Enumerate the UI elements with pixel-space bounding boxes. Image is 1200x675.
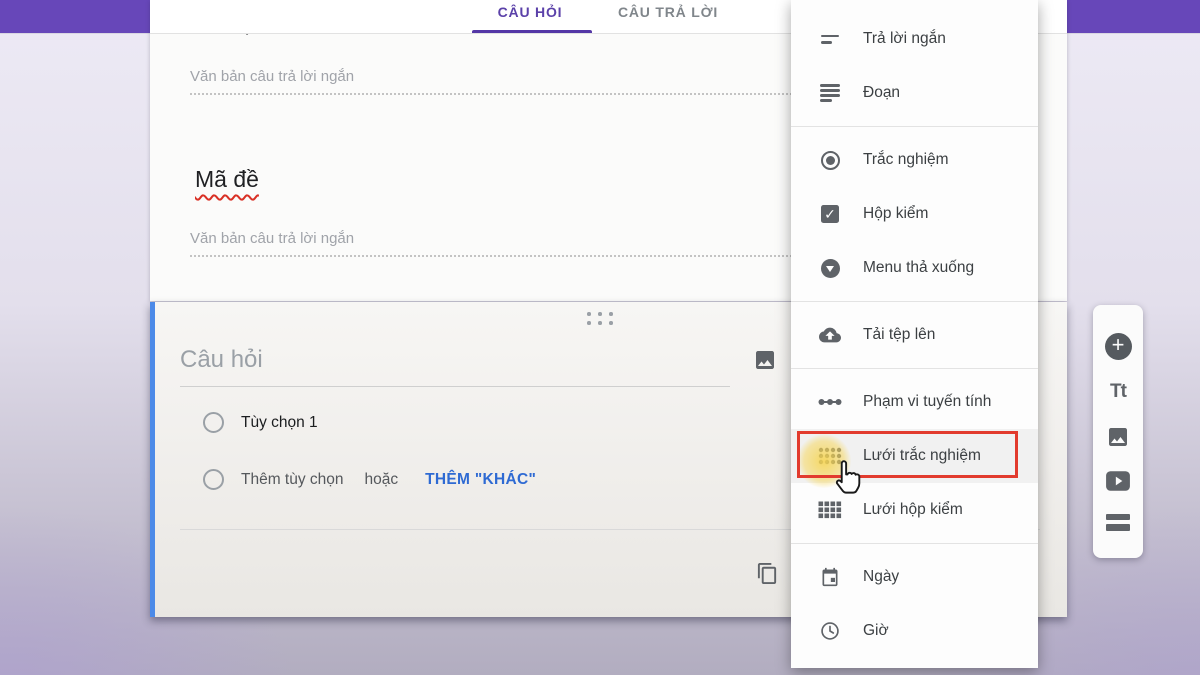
image-icon (1106, 425, 1130, 449)
tab-responses[interactable]: CÂU TRẢ LỜI (598, 4, 738, 20)
option-1-label[interactable]: Tùy chọn 1 (241, 414, 318, 432)
linear-scale-icon (817, 396, 843, 408)
add-image-to-question-button[interactable] (753, 348, 777, 377)
add-option-label[interactable]: Thêm tùy chọn (241, 471, 344, 489)
google-forms-editor: Lớp CÂU HỎI CÂU TRẢ LỜI Văn bản câu trả … (0, 0, 1200, 675)
multiple-choice-grid-icon (817, 447, 843, 465)
section-bars-icon (1106, 514, 1130, 531)
short-answer-field-1[interactable]: Văn bản câu trả lời ngắn (190, 68, 820, 95)
calendar-icon (817, 567, 843, 587)
cloud-upload-icon (817, 324, 843, 346)
menu-item-checkbox-grid[interactable]: Lưới hộp kiểm (791, 483, 1038, 537)
menu-item-linear-scale[interactable]: Phạm vi tuyến tính (791, 375, 1038, 429)
short-answer-field-2[interactable]: Văn bản câu trả lời ngắn (190, 230, 820, 257)
plus-circle-icon: + (1105, 333, 1132, 360)
menu-item-dropdown[interactable]: Menu thả xuống (791, 241, 1038, 295)
menu-divider (791, 368, 1038, 369)
menu-item-multiple-choice[interactable]: Trắc nghiệm (791, 133, 1038, 187)
add-video-button[interactable] (1105, 470, 1131, 492)
video-play-icon (1105, 470, 1131, 492)
menu-item-checkboxes[interactable]: ✓ Hộp kiểm (791, 187, 1038, 241)
menu-divider (791, 301, 1038, 302)
tab-questions[interactable]: CÂU HỎI (480, 4, 580, 20)
clock-icon (817, 621, 843, 641)
menu-item-time[interactable]: Giờ (791, 604, 1038, 658)
text-title-icon: Tt (1110, 381, 1126, 403)
checkbox-icon: ✓ (817, 205, 843, 223)
add-image-button[interactable] (1106, 425, 1130, 449)
dropdown-circle-icon (817, 259, 843, 278)
menu-item-date[interactable]: Ngày (791, 550, 1038, 604)
or-label: hoặc (365, 471, 399, 489)
menu-divider (791, 543, 1038, 544)
duplicate-question-button[interactable] (756, 562, 779, 590)
multiple-choice-icon (817, 151, 843, 170)
menu-item-multiple-choice-grid[interactable]: Lưới trắc nghiệm (791, 429, 1038, 483)
form-side-toolbar: + Tt (1093, 305, 1143, 558)
menu-divider (791, 126, 1038, 127)
question-title-input[interactable]: Câu hỏi (180, 346, 730, 387)
drag-handle-icon[interactable] (587, 312, 613, 325)
active-tab-indicator (472, 30, 592, 33)
question-title-ma-de[interactable]: Mã đề (195, 166, 259, 193)
radio-add-option (203, 469, 224, 490)
image-icon (753, 348, 777, 372)
add-other-link[interactable]: THÊM "KHÁC" (425, 471, 536, 489)
add-question-button[interactable]: + (1105, 333, 1132, 360)
menu-item-paragraph[interactable]: Đoạn (791, 66, 1038, 120)
paragraph-icon (817, 84, 843, 102)
add-section-button[interactable] (1106, 514, 1130, 531)
menu-item-file-upload[interactable]: Tải tệp lên (791, 308, 1038, 362)
option-row-add: Thêm tùy chọn hoặc THÊM "KHÁC" (203, 469, 536, 490)
short-answer-icon (817, 35, 843, 44)
option-row-1: Tùy chọn 1 (203, 412, 318, 433)
radio-option-1[interactable] (203, 412, 224, 433)
copy-icon (756, 562, 779, 585)
checkbox-grid-icon (817, 501, 843, 519)
menu-item-short-answer[interactable]: Trả lời ngắn (791, 12, 1038, 66)
question-type-menu: Trả lời ngắn Đoạn Trắc nghiệm ✓ Hộp kiểm (791, 0, 1038, 668)
add-title-description-button[interactable]: Tt (1110, 381, 1126, 403)
